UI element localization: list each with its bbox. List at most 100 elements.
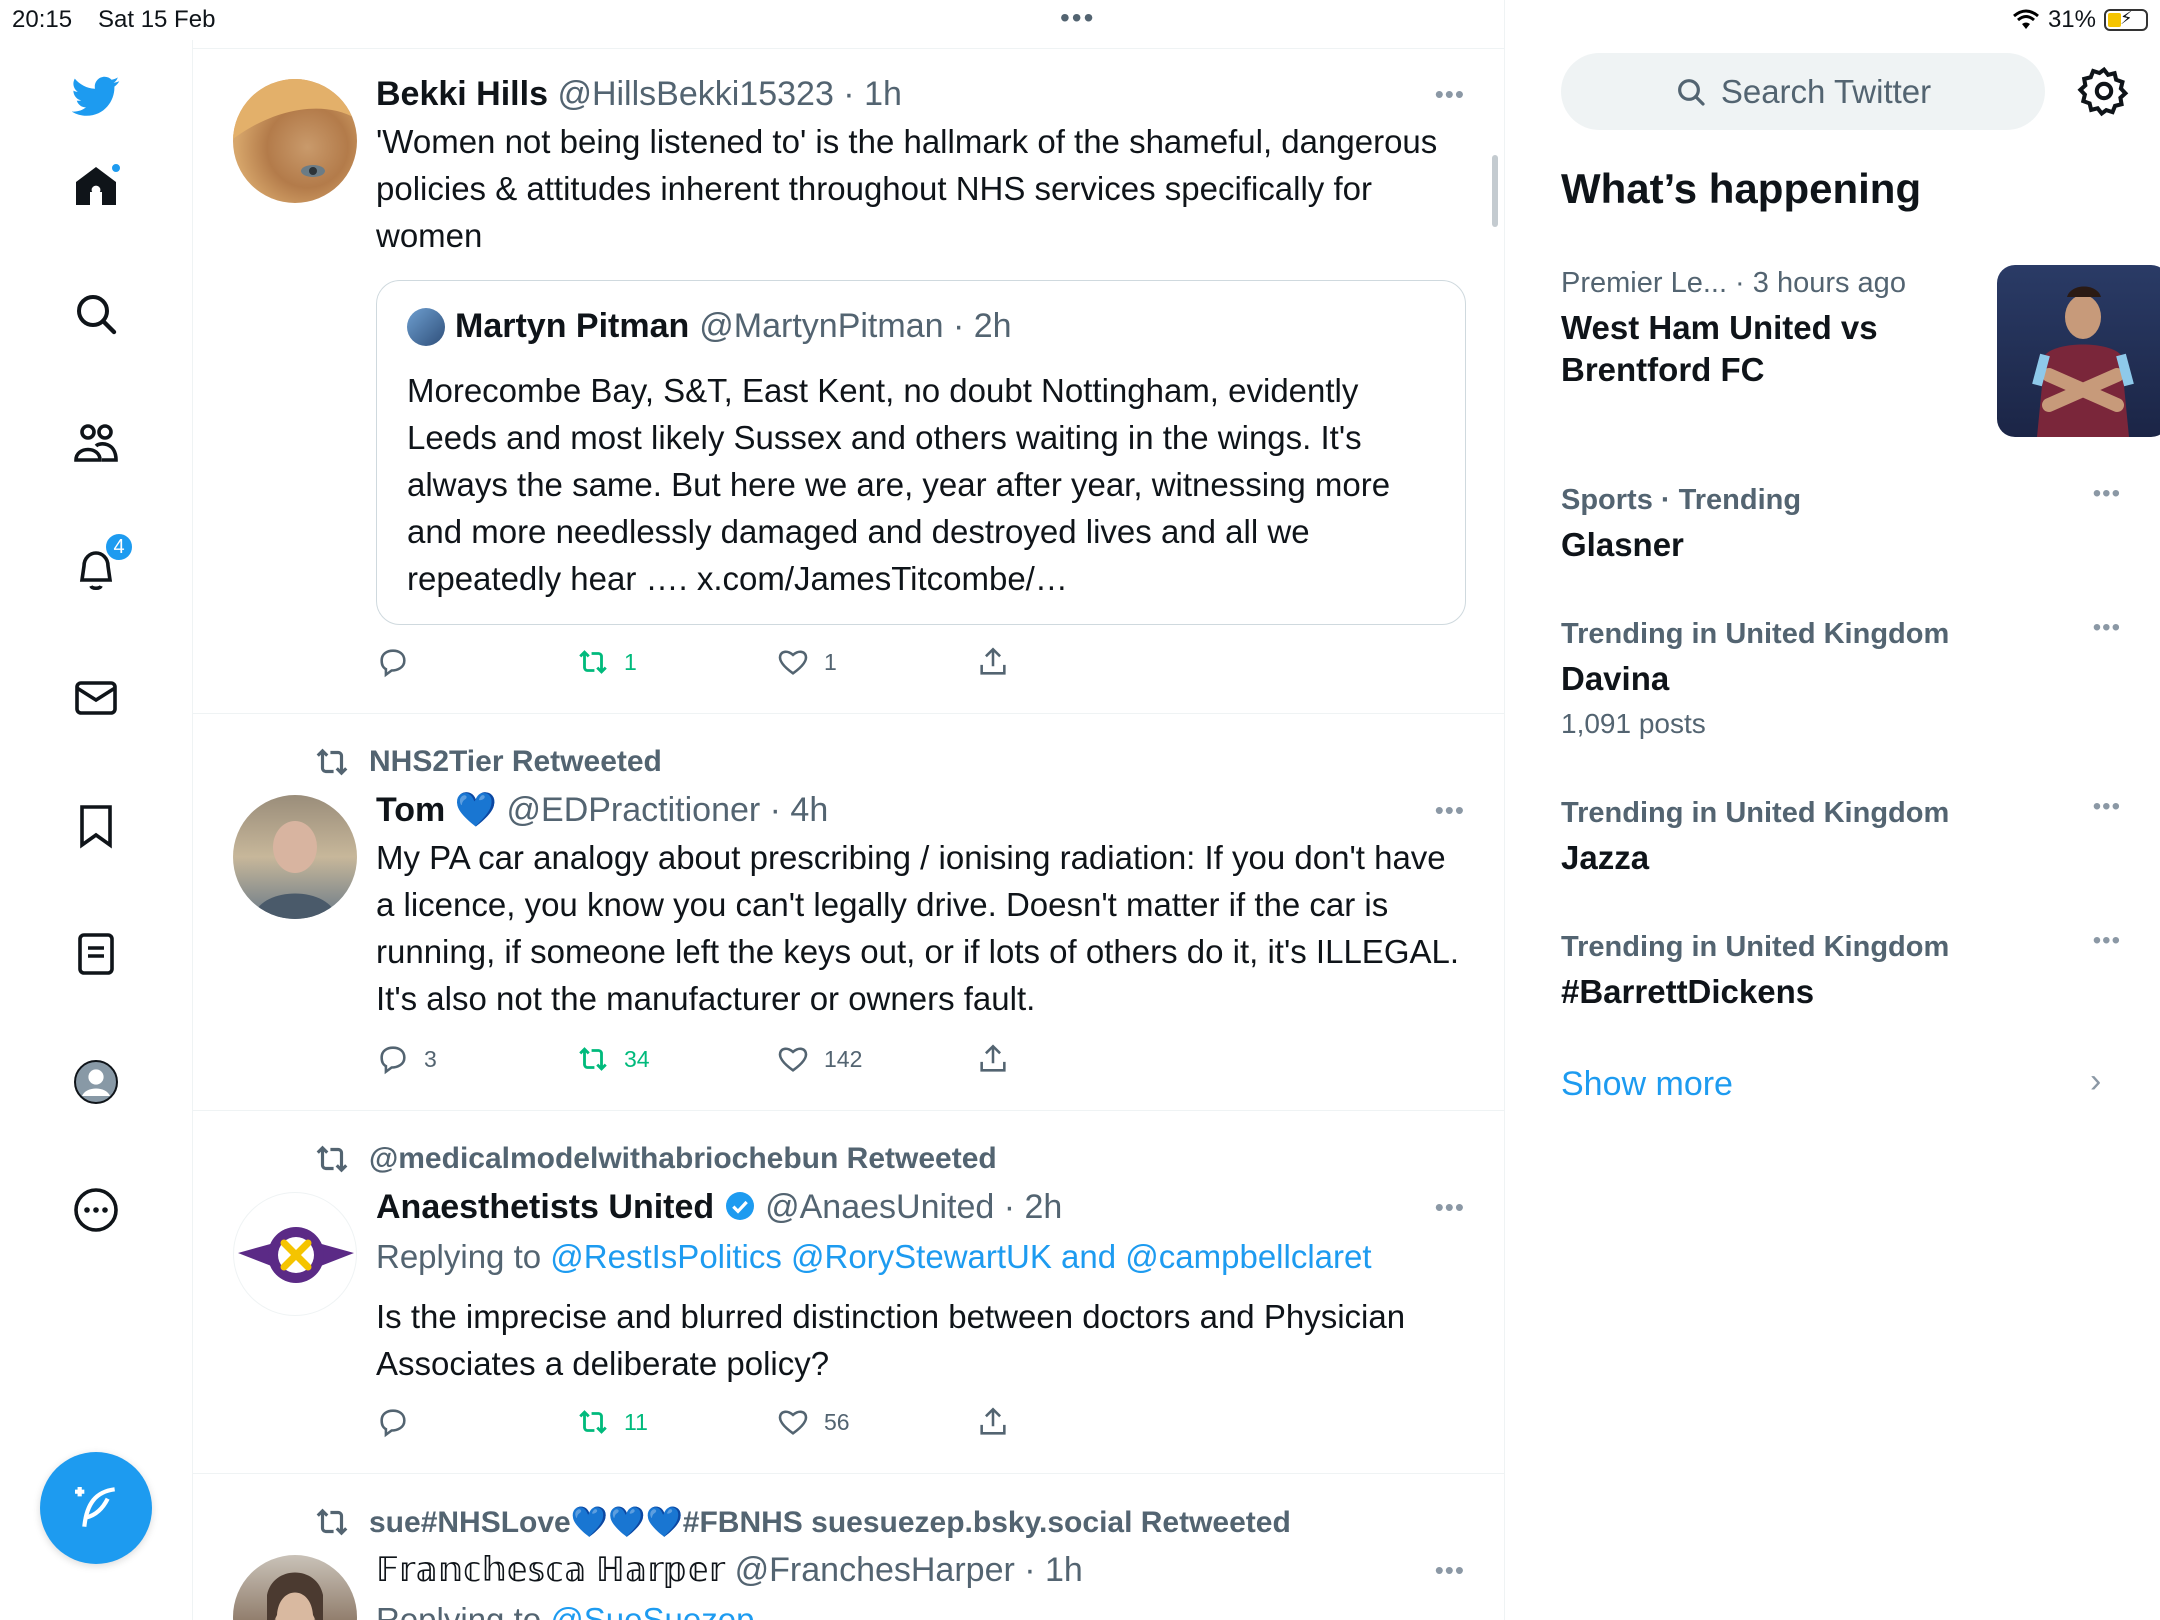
chevron-right-icon[interactable]: › — [2090, 1062, 2101, 1101]
quoted-tweet[interactable]: Martyn Pitman @MartynPitman · 2h Morecom… — [376, 280, 1466, 625]
search-input[interactable]: Search Twitter — [1561, 53, 2045, 130]
tweet-more-icon[interactable]: ••• — [1435, 795, 1465, 826]
tweet-text: 'Women not being listened to' is the hal… — [376, 123, 1438, 254]
share-icon — [980, 1407, 1006, 1435]
trend-item[interactable]: Trending in United Kingdom Jazza ••• — [1561, 793, 2121, 879]
communities-icon[interactable] — [66, 412, 126, 472]
author-name[interactable]: 𝔽𝕣𝕒𝕟𝕔𝕙𝕖𝕤𝕔𝕒 ℍ𝕒𝕣𝕡𝕖𝕣 — [376, 1551, 725, 1589]
avatar[interactable] — [233, 795, 357, 919]
heart-icon — [778, 1047, 808, 1072]
tweet-more-icon[interactable]: ••• — [1435, 79, 1465, 110]
retweet-icon — [316, 1145, 348, 1173]
twitter-logo-icon[interactable] — [66, 66, 126, 126]
retweeted-by-label[interactable]: NHS2Tier Retweeted — [369, 745, 662, 779]
trend-item[interactable]: Trending in United Kingdom #BarrettDicke… — [1561, 927, 2121, 1013]
replying-prefix: Replying to — [376, 1601, 542, 1620]
replying-prefix: Replying to — [376, 1238, 542, 1275]
search-icon[interactable] — [66, 284, 126, 344]
tweet[interactable]: Bekki Hills @HillsBekki15323 · 1h 'Women… — [193, 49, 1504, 714]
like-button[interactable]: 142 — [776, 1042, 862, 1076]
show-more-link[interactable]: Show more — [1561, 1065, 1733, 1104]
retweet-icon — [579, 1410, 607, 1434]
trend-meta: Trending in United Kingdom — [1561, 618, 1950, 650]
like-count: 1 — [824, 648, 837, 675]
tweet-more-icon[interactable]: ••• — [1435, 1192, 1465, 1223]
trend-more-icon[interactable]: ••• — [2093, 793, 2121, 821]
reply-button[interactable] — [376, 645, 424, 679]
avatar[interactable] — [233, 79, 357, 203]
author-name[interactable]: Anaesthetists United — [376, 1188, 714, 1226]
tweet-actions: 11 56 — [376, 1405, 1076, 1449]
replying-to: Replying to @SueSuezep — [376, 1598, 1465, 1620]
replying-to-links[interactable]: @RestIsPolitics @RoryStewartUK and @camp… — [550, 1238, 1371, 1275]
retweeted-by[interactable]: @medicalmodelwithabriochebun Retweeted — [313, 1140, 997, 1178]
retweeted-by-label[interactable]: sue#NHSLove💙💙💙#FBNHS suesuezep.bsky.soci… — [369, 1505, 1291, 1540]
lists-icon[interactable] — [66, 924, 126, 984]
avatar[interactable] — [233, 1555, 357, 1620]
author-handle[interactable]: @FranchesHarper · 1h — [735, 1551, 1083, 1589]
reply-button[interactable]: 3 — [376, 1042, 437, 1076]
retweet-button[interactable]: 1 — [576, 645, 637, 679]
share-button[interactable] — [976, 1405, 1010, 1439]
tweet[interactable]: @medicalmodelwithabriochebun Retweeted A… — [193, 1112, 1504, 1474]
wifi-icon — [2012, 9, 2039, 29]
heart-emoji: 💙 — [454, 791, 498, 829]
retweet-count: 34 — [624, 1045, 650, 1072]
bookmark-icon[interactable] — [66, 796, 126, 856]
quote-avatar[interactable] — [407, 307, 445, 346]
trend-item[interactable]: Trending in United Kingdom Davina 1,091 … — [1561, 614, 2121, 744]
replying-to: Replying to @RestIsPolitics @RoryStewart… — [376, 1235, 1465, 1279]
author-name[interactable]: Bekki Hills — [376, 75, 548, 113]
tweet-text: Is the imprecise and blurred distinction… — [376, 1298, 1406, 1382]
trend-more-icon[interactable]: ••• — [2093, 480, 2121, 508]
trend-title: Davina — [1561, 660, 1670, 697]
quote-author-handle[interactable]: @MartynPitman · 2h — [699, 307, 1011, 346]
reply-icon — [380, 1046, 406, 1075]
quote-author-name[interactable]: Martyn Pitman — [455, 307, 689, 346]
reply-button[interactable] — [376, 1405, 424, 1439]
tweet[interactable]: NHS2Tier Retweeted Tom 💙 @EDPractitioner… — [193, 715, 1504, 1111]
like-button[interactable]: 56 — [776, 1405, 850, 1439]
retweet-button[interactable]: 11 — [576, 1405, 648, 1439]
whats-happening-title: What’s happening — [1561, 165, 1922, 212]
more-icon[interactable] — [66, 1180, 126, 1240]
replying-to-links[interactable]: @SueSuezep — [550, 1601, 754, 1620]
like-button[interactable]: 1 — [776, 645, 837, 679]
right-sidebar: Search Twitter What’s happening Premier … — [1506, 40, 2160, 1620]
tweet[interactable]: sue#NHSLove💙💙💙#FBNHS suesuezep.bsky.soci… — [193, 1475, 1504, 1620]
profile-icon[interactable] — [66, 1052, 126, 1112]
timeline[interactable]: Bekki Hills @HillsBekki15323 · 1h 'Women… — [193, 0, 1505, 1620]
tweet-actions: 3 34 142 — [376, 1042, 1076, 1086]
trend-item[interactable]: Premier Le... · 3 hours ago West Ham Uni… — [1561, 263, 2160, 463]
heart-icon — [778, 650, 808, 675]
home-icon[interactable] — [66, 156, 126, 216]
author-name[interactable]: Tom — [376, 791, 445, 829]
author-handle[interactable]: @HillsBekki15323 · 1h — [557, 75, 901, 113]
share-icon — [980, 647, 1006, 675]
author-handle[interactable]: @AnaesUnited · 2h — [765, 1188, 1062, 1226]
avatar[interactable] — [233, 1192, 357, 1316]
bell-icon[interactable]: 4 — [66, 532, 134, 600]
trend-item[interactable]: Sports · Trending Glasner ••• — [1561, 480, 2121, 566]
mail-icon[interactable] — [66, 668, 126, 728]
trend-image[interactable] — [1997, 265, 2160, 437]
retweet-button[interactable]: 34 — [576, 1042, 650, 1076]
share-button[interactable] — [976, 645, 1010, 679]
author-handle[interactable]: @EDPractitioner · 4h — [507, 791, 829, 829]
retweeted-by-label[interactable]: @medicalmodelwithabriochebun Retweeted — [369, 1142, 997, 1176]
retweeted-by[interactable]: sue#NHSLove💙💙💙#FBNHS suesuezep.bsky.soci… — [313, 1503, 1291, 1541]
notifications-badge: 4 — [104, 532, 134, 562]
gear-icon[interactable] — [2077, 64, 2131, 118]
tweet-text: My PA car analogy about prescribing / io… — [376, 839, 1460, 1017]
share-button[interactable] — [976, 1042, 1010, 1076]
tweet-actions: 1 1 — [376, 645, 1076, 689]
left-navigation: 4 — [0, 40, 193, 1620]
compose-button[interactable] — [40, 1452, 152, 1564]
trend-post-count: 1,091 posts — [1561, 708, 1706, 739]
retweeted-by[interactable]: NHS2Tier Retweeted — [313, 743, 662, 781]
compose-icon — [75, 1487, 116, 1527]
quote-text: Morecombe Bay, S&T, East Kent, no doubt … — [407, 372, 1391, 597]
trend-more-icon[interactable]: ••• — [2093, 927, 2121, 955]
trend-more-icon[interactable]: ••• — [2093, 614, 2121, 642]
tweet-more-icon[interactable]: ••• — [1435, 1555, 1465, 1586]
